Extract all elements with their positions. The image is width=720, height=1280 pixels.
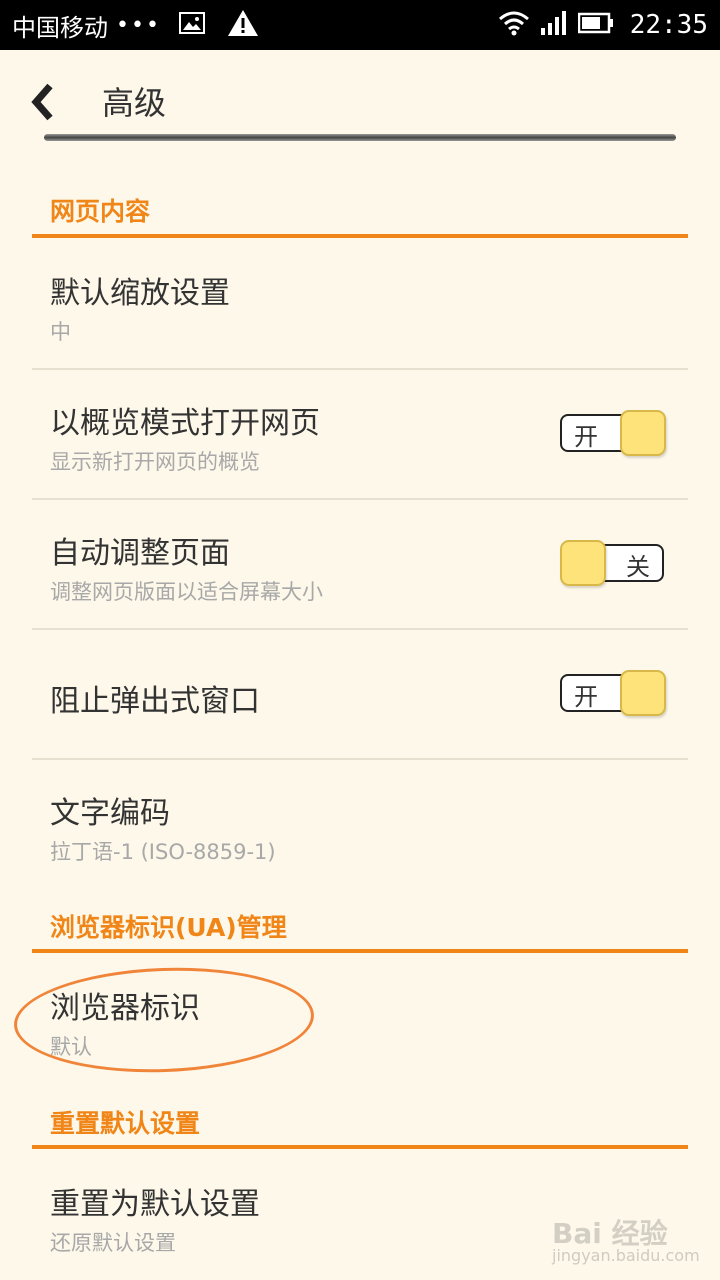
setting-title: 默认缩放设置 bbox=[50, 276, 230, 311]
section-divider bbox=[32, 234, 688, 238]
section-divider bbox=[32, 949, 688, 953]
setting-text-encoding[interactable]: 文字编码 拉丁语-1 (ISO-8859-1) bbox=[32, 760, 688, 880]
signal-icon bbox=[540, 10, 568, 40]
section-title-ua: 浏览器标识(UA)管理 bbox=[50, 913, 287, 942]
toggle-knob bbox=[620, 410, 666, 456]
block-popups-toggle[interactable]: 开 bbox=[560, 670, 666, 718]
header: 高级 bbox=[0, 50, 720, 150]
setting-subtitle: 还原默认设置 bbox=[50, 1231, 176, 1255]
toggle-label: 关 bbox=[626, 553, 650, 581]
section-title-reset: 重置默认设置 bbox=[50, 1109, 201, 1138]
back-button[interactable] bbox=[28, 80, 68, 124]
page-title: 高级 bbox=[102, 84, 167, 122]
image-notification-icon bbox=[178, 12, 205, 38]
wifi-icon bbox=[498, 10, 530, 40]
section-title-web-content: 网页内容 bbox=[50, 197, 151, 226]
status-bar: 中国移动 ••• 22:35 bbox=[0, 0, 720, 50]
setting-value: 拉丁语-1 (ISO-8859-1) bbox=[50, 840, 276, 864]
toggle-knob bbox=[560, 540, 606, 586]
section-divider bbox=[32, 1145, 688, 1149]
setting-title: 重置为默认设置 bbox=[50, 1187, 260, 1222]
setting-title: 文字编码 bbox=[50, 796, 170, 831]
settings-page: 高级 网页内容 默认缩放设置 中 以概览模式打开网页 显示新打开网页的概览 开 … bbox=[0, 50, 720, 1280]
auto-fit-toggle[interactable]: 关 bbox=[560, 540, 666, 588]
setting-subtitle: 显示新打开网页的概览 bbox=[50, 450, 260, 474]
chevron-left-icon bbox=[31, 83, 53, 121]
toggle-label: 开 bbox=[574, 423, 598, 451]
clock: 22:35 bbox=[629, 10, 708, 40]
toggle-label: 开 bbox=[574, 683, 598, 711]
setting-title: 阻止弹出式窗口 bbox=[50, 684, 260, 719]
setting-value: 中 bbox=[50, 320, 71, 344]
overview-mode-toggle[interactable]: 开 bbox=[560, 410, 666, 458]
setting-default-zoom[interactable]: 默认缩放设置 中 bbox=[32, 240, 688, 368]
watermark-url: jingyan.baidu.com bbox=[552, 1246, 700, 1265]
battery-icon bbox=[577, 12, 614, 38]
header-divider bbox=[44, 134, 676, 141]
setting-title: 自动调整页面 bbox=[50, 536, 230, 571]
warning-icon bbox=[227, 9, 259, 41]
carrier-label: 中国移动 bbox=[12, 13, 108, 42]
toggle-knob bbox=[620, 670, 666, 716]
setting-title: 以概览模式打开网页 bbox=[50, 406, 320, 441]
notification-dots: ••• bbox=[116, 12, 161, 38]
setting-subtitle: 调整网页版面以适合屏幕大小 bbox=[50, 580, 323, 604]
